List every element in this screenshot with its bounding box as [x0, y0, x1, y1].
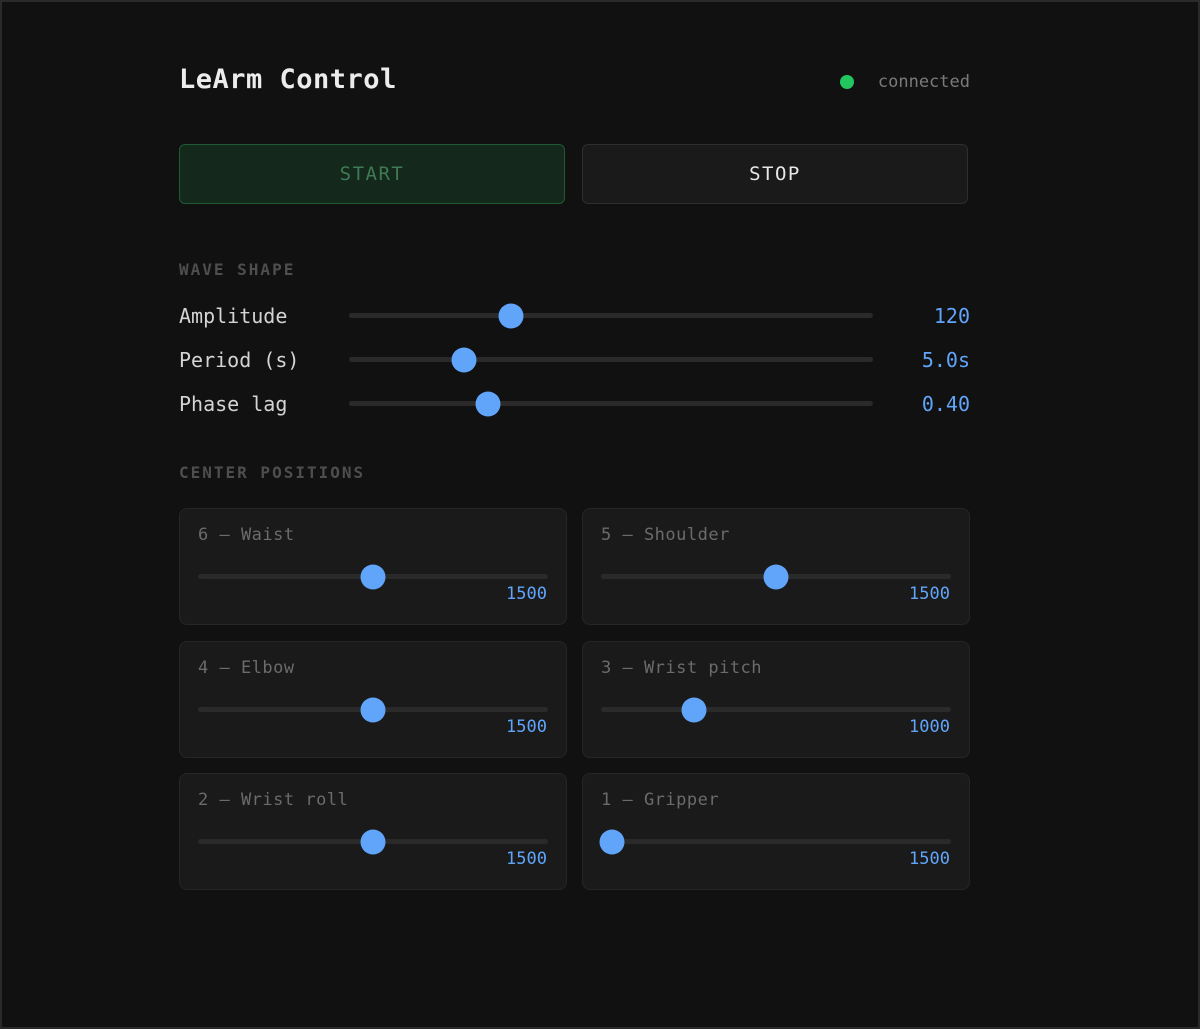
- app-window: LeArm Control connected START STOP WAVE …: [0, 0, 1200, 1029]
- servo-value: 1500: [909, 849, 950, 869]
- amplitude-slider-thumb[interactable]: [498, 303, 524, 328]
- gripper-slider[interactable]: [599, 829, 951, 854]
- waist-slider[interactable]: [198, 564, 548, 589]
- phase-lag-row: Phase lag 0.40: [179, 389, 970, 419]
- phase-lag-slider-thumb[interactable]: [475, 391, 501, 416]
- shoulder-slider-thumb[interactable]: [763, 564, 789, 589]
- servo-card-wrist-pitch: 3 — Wrist pitch 1000: [582, 641, 970, 758]
- servo-value: 1500: [506, 584, 547, 604]
- waist-slider-thumb[interactable]: [360, 564, 386, 589]
- period-value: 5.0s: [921, 348, 970, 372]
- stop-button[interactable]: STOP: [582, 144, 968, 204]
- period-slider[interactable]: [349, 347, 873, 372]
- servo-value: 1500: [506, 717, 547, 737]
- phase-lag-label: Phase lag: [179, 392, 288, 416]
- elbow-slider[interactable]: [198, 697, 548, 722]
- wrist-pitch-slider-thumb[interactable]: [681, 697, 707, 722]
- amplitude-row: Amplitude 120: [179, 301, 970, 331]
- period-label: Period (s): [179, 348, 300, 372]
- servo-label: 5 — Shoulder: [601, 525, 730, 545]
- servo-card-wrist-roll: 2 — Wrist roll 1500: [179, 773, 567, 890]
- servo-value: 1000: [909, 717, 950, 737]
- servo-label: 3 — Wrist pitch: [601, 658, 763, 678]
- amplitude-label: Amplitude: [179, 304, 288, 328]
- period-slider-thumb[interactable]: [451, 347, 477, 372]
- servo-label: 1 — Gripper: [601, 790, 720, 810]
- wrist-pitch-slider[interactable]: [601, 697, 951, 722]
- amplitude-slider[interactable]: [349, 303, 873, 328]
- wrist-roll-slider[interactable]: [198, 829, 548, 854]
- connection-status: connected: [839, 68, 970, 96]
- status-text: connected: [877, 72, 970, 92]
- servo-label: 2 — Wrist roll: [198, 790, 349, 810]
- elbow-slider-thumb[interactable]: [360, 697, 386, 722]
- servo-value: 1500: [909, 584, 950, 604]
- servo-card-waist: 6 — Waist 1500: [179, 508, 567, 625]
- wave-shape-heading: WAVE SHAPE: [179, 260, 296, 279]
- servo-label: 4 — Elbow: [198, 658, 295, 678]
- period-row: Period (s) 5.0s: [179, 345, 970, 375]
- header: LeArm Control connected: [179, 62, 970, 102]
- servo-card-gripper: 1 — Gripper 1500: [582, 773, 970, 890]
- page-title: LeArm Control: [179, 64, 397, 95]
- wrist-roll-slider-thumb[interactable]: [360, 829, 386, 854]
- servo-card-shoulder: 5 — Shoulder 1500: [582, 508, 970, 625]
- gripper-slider-thumb[interactable]: [599, 829, 624, 854]
- run-controls: START STOP: [179, 144, 970, 206]
- servo-value: 1500: [506, 849, 547, 869]
- amplitude-value: 120: [933, 304, 970, 328]
- servo-label: 6 — Waist: [198, 525, 295, 545]
- center-positions-heading: CENTER POSITIONS: [179, 463, 366, 482]
- shoulder-slider[interactable]: [601, 564, 951, 589]
- servo-card-elbow: 4 — Elbow 1500: [179, 641, 567, 758]
- phase-lag-value: 0.40: [921, 392, 970, 416]
- status-dot-icon: [839, 75, 854, 89]
- phase-lag-slider[interactable]: [349, 391, 873, 416]
- start-button[interactable]: START: [179, 144, 565, 204]
